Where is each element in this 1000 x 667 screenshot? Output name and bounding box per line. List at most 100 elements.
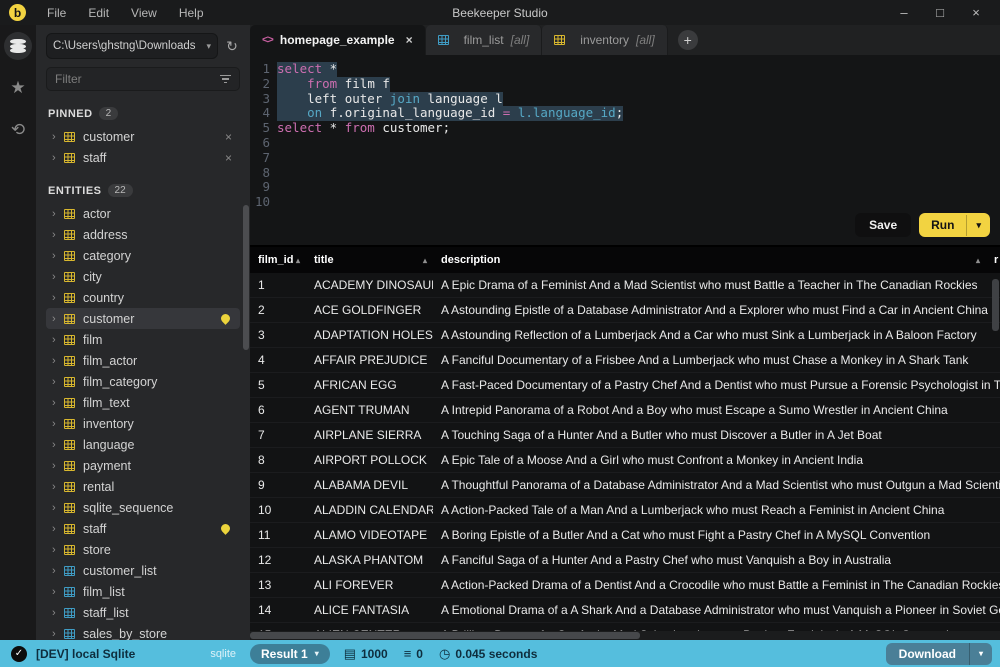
sidebar-item-inventory[interactable]: ›inventory — [46, 413, 240, 434]
table-row[interactable]: 11ALAMO VIDEOTAPEA Boring Epistle of a B… — [250, 523, 1000, 548]
favorites-star-icon[interactable]: ★ — [4, 74, 32, 102]
pinned-item-staff[interactable]: ›staff× — [46, 147, 240, 168]
table-row[interactable]: 14ALICE FANTASIAA Emotional Drama of a A… — [250, 598, 1000, 623]
chevron-right-icon[interactable]: › — [52, 607, 64, 619]
cell[interactable]: A Fanciful Saga of a Hunter And a Pastry… — [433, 553, 1000, 567]
code-line[interactable]: 4 on f.original_language_id = l.language… — [250, 106, 1000, 121]
tab-close-icon[interactable]: × — [406, 33, 413, 47]
sidebar-item-customer[interactable]: ›customer — [46, 308, 240, 329]
table-row[interactable]: 13ALI FOREVERA Action-Packed Drama of a … — [250, 573, 1000, 598]
sidebar-item-film_category[interactable]: ›film_category — [46, 371, 240, 392]
chevron-right-icon[interactable]: › — [52, 523, 64, 535]
sql-editor[interactable]: 1select *2 from film f3 left outer join … — [250, 55, 1000, 245]
cell[interactable]: 9 — [250, 478, 306, 492]
cell[interactable]: ACADEMY DINOSAUR — [306, 278, 433, 292]
filter-funnel-icon[interactable] — [220, 75, 231, 84]
code-line[interactable]: 3 left outer join language l — [250, 92, 1000, 107]
sidebar-item-film_list[interactable]: ›film_list — [46, 581, 240, 602]
cell[interactable]: AIRPORT POLLOCK — [306, 453, 433, 467]
cell[interactable]: AFFAIR PREJUDICE — [306, 353, 433, 367]
sidebar-item-customer_list[interactable]: ›customer_list — [46, 560, 240, 581]
cell[interactable]: 11 — [250, 528, 306, 542]
sidebar-item-sales_by_store[interactable]: ›sales_by_store — [46, 623, 240, 640]
hscroll-thumb[interactable] — [250, 632, 640, 639]
sidebar-item-film[interactable]: ›film — [46, 329, 240, 350]
cell[interactable]: A Astounding Reflection of a Lumberjack … — [433, 328, 1000, 342]
cell[interactable]: 13 — [250, 578, 306, 592]
sidebar-item-sqlite_sequence[interactable]: ›sqlite_sequence — [46, 497, 240, 518]
results-vertical-scrollbar[interactable] — [992, 279, 999, 331]
cell[interactable]: A Touching Saga of a Hunter And a Butler… — [433, 428, 1000, 442]
cell[interactable]: 12 — [250, 553, 306, 567]
cell[interactable]: A Fast-Paced Documentary of a Pastry Che… — [433, 378, 1000, 392]
run-button[interactable]: Run ▾ — [919, 213, 990, 237]
sidebar-item-payment[interactable]: ›payment — [46, 455, 240, 476]
code-line[interactable]: 8 — [250, 166, 1000, 181]
download-button[interactable]: Download ▾ — [886, 643, 992, 665]
sort-arrow-icon[interactable]: ▴ — [296, 256, 300, 265]
cell[interactable]: 14 — [250, 603, 306, 617]
download-caret-icon[interactable]: ▾ — [969, 643, 992, 665]
sidebar-scrollbar[interactable] — [243, 205, 249, 350]
cell[interactable]: A Fanciful Documentary of a Frisbee And … — [433, 353, 1000, 367]
chevron-right-icon[interactable]: › — [52, 586, 64, 598]
cell[interactable]: 5 — [250, 378, 306, 392]
chevron-right-icon[interactable]: › — [52, 250, 64, 262]
close-button[interactable]: × — [962, 2, 990, 24]
menu-help[interactable]: Help — [168, 0, 215, 25]
chevron-right-icon[interactable]: › — [52, 544, 64, 556]
cell[interactable]: 8 — [250, 453, 306, 467]
cell[interactable]: A Thoughtful Panorama of a Database Admi… — [433, 478, 1000, 492]
sidebar-item-film_text[interactable]: ›film_text — [46, 392, 240, 413]
cell[interactable]: A Action-Packed Drama of a Dentist And a… — [433, 578, 1000, 592]
cell[interactable]: A Emotional Drama of a A Shark And a Dat… — [433, 603, 1000, 617]
sidebar-item-city[interactable]: ›city — [46, 266, 240, 287]
run-dropdown-caret-icon[interactable]: ▾ — [966, 215, 990, 236]
table-row[interactable]: 15ALIEN CENTERA Brilliant Drama of a Cat… — [250, 623, 1000, 631]
result-selector[interactable]: Result 1 ▾ — [250, 644, 330, 664]
cell[interactable]: ALAMO VIDEOTAPE — [306, 528, 433, 542]
table-row[interactable]: 4AFFAIR PREJUDICEA Fanciful Documentary … — [250, 348, 1000, 373]
pinned-section-header[interactable]: PINNED 2 — [48, 107, 240, 120]
chevron-right-icon[interactable]: › — [52, 628, 64, 640]
chevron-right-icon[interactable]: › — [52, 418, 64, 430]
table-row[interactable]: 7AIRPLANE SIERRAA Touching Saga of a Hun… — [250, 423, 1000, 448]
database-select[interactable]: C:\Users\ghstng\Downloads ▾ — [46, 33, 218, 59]
cell[interactable]: AFRICAN EGG — [306, 378, 433, 392]
pinned-item-customer[interactable]: ›customer× — [46, 126, 240, 147]
sidebar-item-store[interactable]: ›store — [46, 539, 240, 560]
sidebar-item-address[interactable]: ›address — [46, 224, 240, 245]
chevron-right-icon[interactable]: › — [52, 292, 64, 304]
sidebar-item-actor[interactable]: ›actor — [46, 203, 240, 224]
sort-arrow-icon[interactable]: ▴ — [423, 256, 427, 265]
sort-arrow-icon[interactable]: ▴ — [976, 256, 980, 265]
cell[interactable]: 4 — [250, 353, 306, 367]
table-row[interactable]: 6AGENT TRUMANA Intrepid Panorama of a Ro… — [250, 398, 1000, 423]
sidebar-item-film_actor[interactable]: ›film_actor — [46, 350, 240, 371]
table-row[interactable]: 1ACADEMY DINOSAURA Epic Drama of a Femin… — [250, 273, 1000, 298]
table-row[interactable]: 5AFRICAN EGGA Fast-Paced Documentary of … — [250, 373, 1000, 398]
cell[interactable]: ALABAMA DEVIL — [306, 478, 433, 492]
sidebar-item-staff_list[interactable]: ›staff_list — [46, 602, 240, 623]
chevron-right-icon[interactable]: › — [52, 152, 64, 164]
results-horizontal-scrollbar[interactable] — [250, 631, 1000, 640]
history-clock-icon[interactable]: ⟲ — [4, 116, 32, 144]
code-line[interactable]: 2 from film f — [250, 77, 1000, 92]
unpin-close-icon[interactable]: × — [225, 130, 236, 144]
chevron-right-icon[interactable]: › — [52, 481, 64, 493]
chevron-right-icon[interactable]: › — [52, 229, 64, 241]
new-tab-button[interactable]: + — [678, 30, 698, 50]
chevron-right-icon[interactable]: › — [52, 208, 64, 220]
sidebar-item-language[interactable]: ›language — [46, 434, 240, 455]
menu-file[interactable]: File — [36, 0, 77, 25]
table-row[interactable]: 12ALASKA PHANTOMA Fanciful Saga of a Hun… — [250, 548, 1000, 573]
cell[interactable]: 7 — [250, 428, 306, 442]
save-button[interactable]: Save — [855, 213, 911, 237]
cell[interactable]: ADAPTATION HOLES — [306, 328, 433, 342]
chevron-right-icon[interactable]: › — [52, 502, 64, 514]
chevron-right-icon[interactable]: › — [52, 313, 64, 325]
cell[interactable]: ALASKA PHANTOM — [306, 553, 433, 567]
column-header-r[interactable]: r — [986, 247, 1000, 273]
cell[interactable]: 6 — [250, 403, 306, 417]
cell[interactable]: 1 — [250, 278, 306, 292]
